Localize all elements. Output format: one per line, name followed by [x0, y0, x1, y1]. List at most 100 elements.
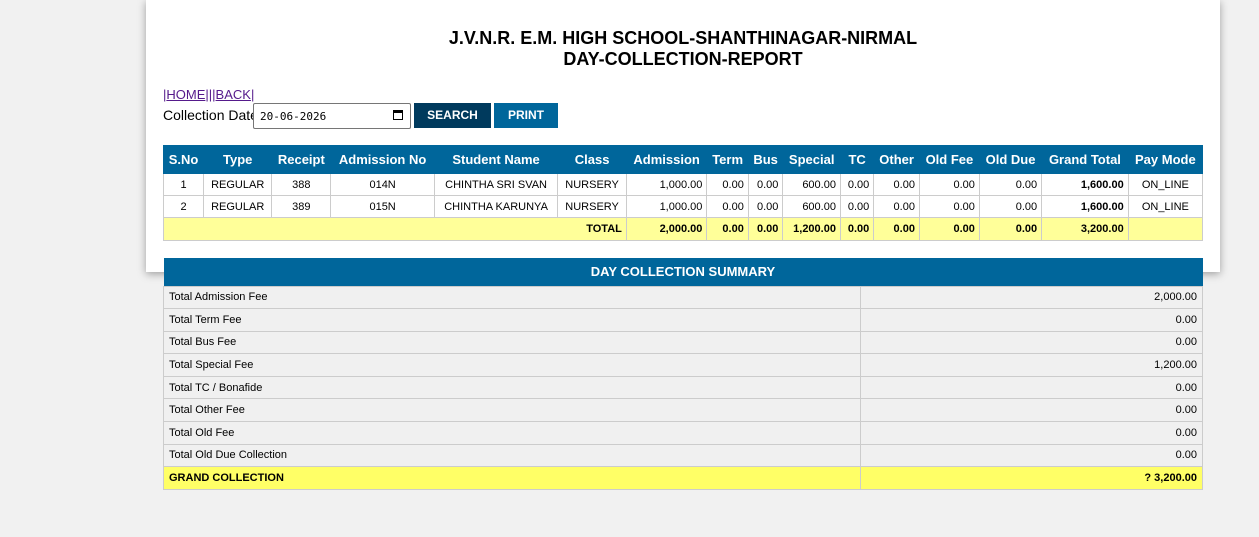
cell-grand-total: 1,600.00	[1041, 195, 1129, 218]
summary-row: Total Other Fee 0.00	[163, 398, 1203, 423]
cell-special: 600.00	[782, 195, 841, 218]
cell-tc: 0.00	[839, 173, 875, 196]
search-button[interactable]: SEARCH	[414, 103, 491, 128]
calendar-icon[interactable]	[393, 110, 403, 120]
collection-date-label: Collection Date	[163, 107, 258, 123]
collection-date-value: 20-06-2026	[260, 110, 327, 123]
summary-row: Total Special Fee 1,200.00	[163, 353, 1203, 377]
cell-term: 0.00	[706, 195, 749, 218]
summary-value: 0.00	[860, 421, 1203, 445]
print-button[interactable]: PRINT	[494, 103, 558, 128]
school-title: J.V.N.R. E.M. HIGH SCHOOL-SHANTHINAGAR-N…	[448, 28, 918, 48]
col-header: Admission	[625, 145, 708, 174]
cell-student-name: CHINTHA KARUNYA	[433, 195, 559, 218]
cell-student-name: CHINTHA SRI SVAN	[433, 173, 559, 196]
summary-row: Total Bus Fee 0.00	[163, 330, 1203, 355]
summary-label: Total Special Fee	[163, 353, 861, 377]
cell-pay-mode: ON_LINE	[1127, 173, 1204, 196]
summary-label: Total TC / Bonafide	[163, 375, 861, 400]
grand-collection-label: GRAND COLLECTION	[163, 466, 861, 490]
nav-separator: |||	[205, 87, 216, 102]
cell-other: 0.00	[873, 195, 920, 218]
summary-value: 0.00	[860, 308, 1203, 332]
back-link[interactable]: BACK	[216, 87, 251, 102]
summary-value: 1,200.00	[860, 353, 1203, 377]
col-header: Term	[706, 145, 749, 174]
col-header: Old Due	[978, 145, 1043, 174]
total-grand: 3,200.00	[1041, 217, 1129, 241]
cell-other: 0.00	[873, 173, 920, 196]
cell-bus: 0.00	[747, 173, 784, 196]
col-header: TC	[839, 145, 875, 174]
summary-label: Total Admission Fee	[163, 285, 861, 310]
cell-tc: 0.00	[839, 195, 875, 218]
col-header: Receipt	[271, 145, 332, 174]
table-row: 2 REGULAR 389 015N CHINTHA KARUNYA NURSE…	[162, 195, 1204, 218]
cell-admission: 1,000.00	[625, 195, 708, 218]
cell-class: NURSERY	[557, 195, 627, 218]
total-bus: 0.00	[747, 217, 784, 241]
cell-bus: 0.00	[747, 195, 784, 218]
grand-collection-value: ? 3,200.00	[860, 466, 1203, 490]
summary-value: 0.00	[860, 375, 1203, 400]
col-header: Old Fee	[918, 145, 980, 174]
summary-label: Total Bus Fee	[163, 330, 861, 355]
summary-row: Total Term Fee 0.00	[163, 308, 1203, 332]
total-old-fee: 0.00	[918, 217, 980, 241]
cell-grand-total: 1,600.00	[1041, 173, 1129, 196]
col-header: Special	[782, 145, 841, 174]
summary-label: Total Old Fee	[163, 421, 861, 445]
home-link[interactable]: HOME	[166, 87, 205, 102]
cell-old-fee: 0.00	[918, 173, 980, 196]
col-header: Pay Mode	[1127, 145, 1204, 174]
summary-row: Total TC / Bonafide 0.00	[163, 375, 1203, 400]
collection-table: S.No Type Receipt Admission No Student N…	[162, 145, 1204, 241]
collection-date-input[interactable]: 20-06-2026	[253, 103, 411, 129]
summary-row: Total Admission Fee 2,000.00	[163, 285, 1203, 310]
cell-admission-no: 015N	[330, 195, 435, 218]
summary-row: Total Old Fee 0.00	[163, 421, 1203, 445]
summary-value: 0.00	[860, 330, 1203, 355]
col-header: Other	[873, 145, 920, 174]
nav-links: |HOME|||BACK|	[163, 87, 254, 102]
cell-special: 600.00	[782, 173, 841, 196]
col-header: Grand Total	[1041, 145, 1129, 174]
col-header: Bus	[747, 145, 784, 174]
total-old-due: 0.00	[978, 217, 1043, 241]
table-row: 1 REGULAR 388 014N CHINTHA SRI SVAN NURS…	[162, 173, 1204, 196]
summary-value: 0.00	[860, 443, 1203, 468]
total-row: TOTAL 2,000.00 0.00 0.00 1,200.00 0.00 0…	[163, 217, 1204, 241]
summary-row: Total Old Due Collection 0.00	[163, 443, 1203, 468]
summary-label: Total Other Fee	[163, 398, 861, 423]
cell-pay-mode: ON_LINE	[1127, 195, 1204, 218]
cell-term: 0.00	[706, 173, 749, 196]
col-header: Class	[557, 145, 627, 174]
summary-title: DAY COLLECTION SUMMARY	[163, 258, 1203, 286]
cell-sno: 1	[162, 173, 205, 196]
cell-old-due: 0.00	[978, 173, 1043, 196]
summary-value: 2,000.00	[860, 285, 1203, 310]
total-admission: 2,000.00	[625, 217, 708, 241]
report-title: DAY-COLLECTION-REPORT	[563, 49, 803, 69]
col-header: Admission No	[330, 145, 435, 174]
total-label: TOTAL	[163, 217, 627, 241]
summary-label: Total Old Due Collection	[163, 443, 861, 468]
col-header: Type	[203, 145, 273, 174]
cell-class: NURSERY	[557, 173, 627, 196]
nav-suffix: |	[250, 87, 255, 102]
grand-collection-row: GRAND COLLECTION ? 3,200.00	[163, 466, 1203, 490]
cell-sno: 2	[162, 195, 205, 218]
cell-old-due: 0.00	[978, 195, 1043, 218]
col-header: Student Name	[433, 145, 559, 174]
total-other: 0.00	[873, 217, 920, 241]
cell-admission-no: 014N	[330, 173, 435, 196]
cell-type: REGULAR	[203, 173, 273, 196]
table-header-row: S.No Type Receipt Admission No Student N…	[162, 145, 1204, 174]
summary-table: DAY COLLECTION SUMMARY Total Admission F…	[163, 258, 1203, 490]
cell-receipt: 389	[271, 195, 332, 218]
total-term: 0.00	[706, 217, 749, 241]
cell-type: REGULAR	[203, 195, 273, 218]
cell-receipt: 388	[271, 173, 332, 196]
total-pay-mode	[1127, 217, 1204, 241]
total-special: 1,200.00	[782, 217, 841, 241]
